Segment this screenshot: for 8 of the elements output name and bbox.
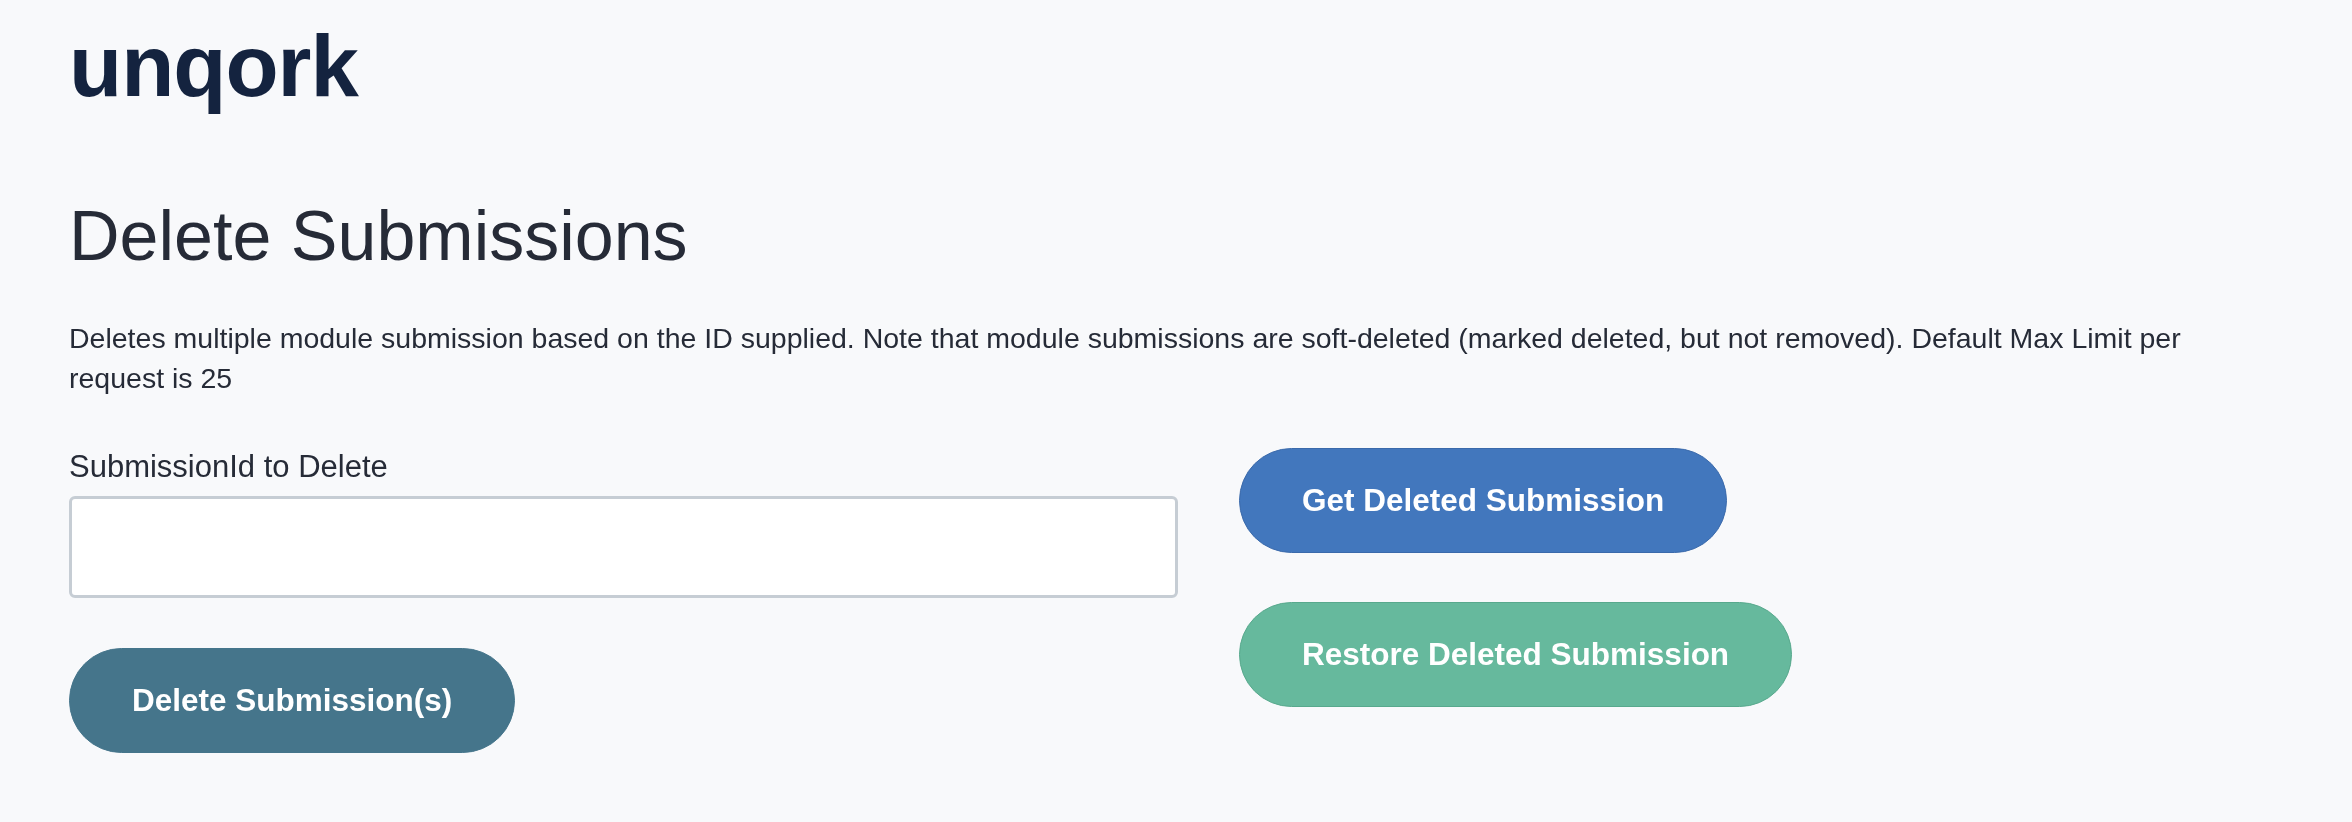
page-title: Delete Submissions <box>69 196 688 278</box>
description-text: Deletes multiple module submission based on the ID supplied. Note that module submissions are soft-deleted (marked deleted, but not removed). Default Max Limit per request is 25 <box>69 321 2182 397</box>
delete-button[interactable]: Delete Submission(s) <box>69 648 516 754</box>
get-deleted-button[interactable]: Get Deleted Submission <box>1239 448 1728 554</box>
restore-button[interactable]: Restore Deleted Submission <box>1239 602 1793 708</box>
input-field[interactable] <box>69 496 1178 599</box>
logo: unqork <box>69 16 358 116</box>
field-label: SubmissionId to Delete <box>69 448 388 487</box>
